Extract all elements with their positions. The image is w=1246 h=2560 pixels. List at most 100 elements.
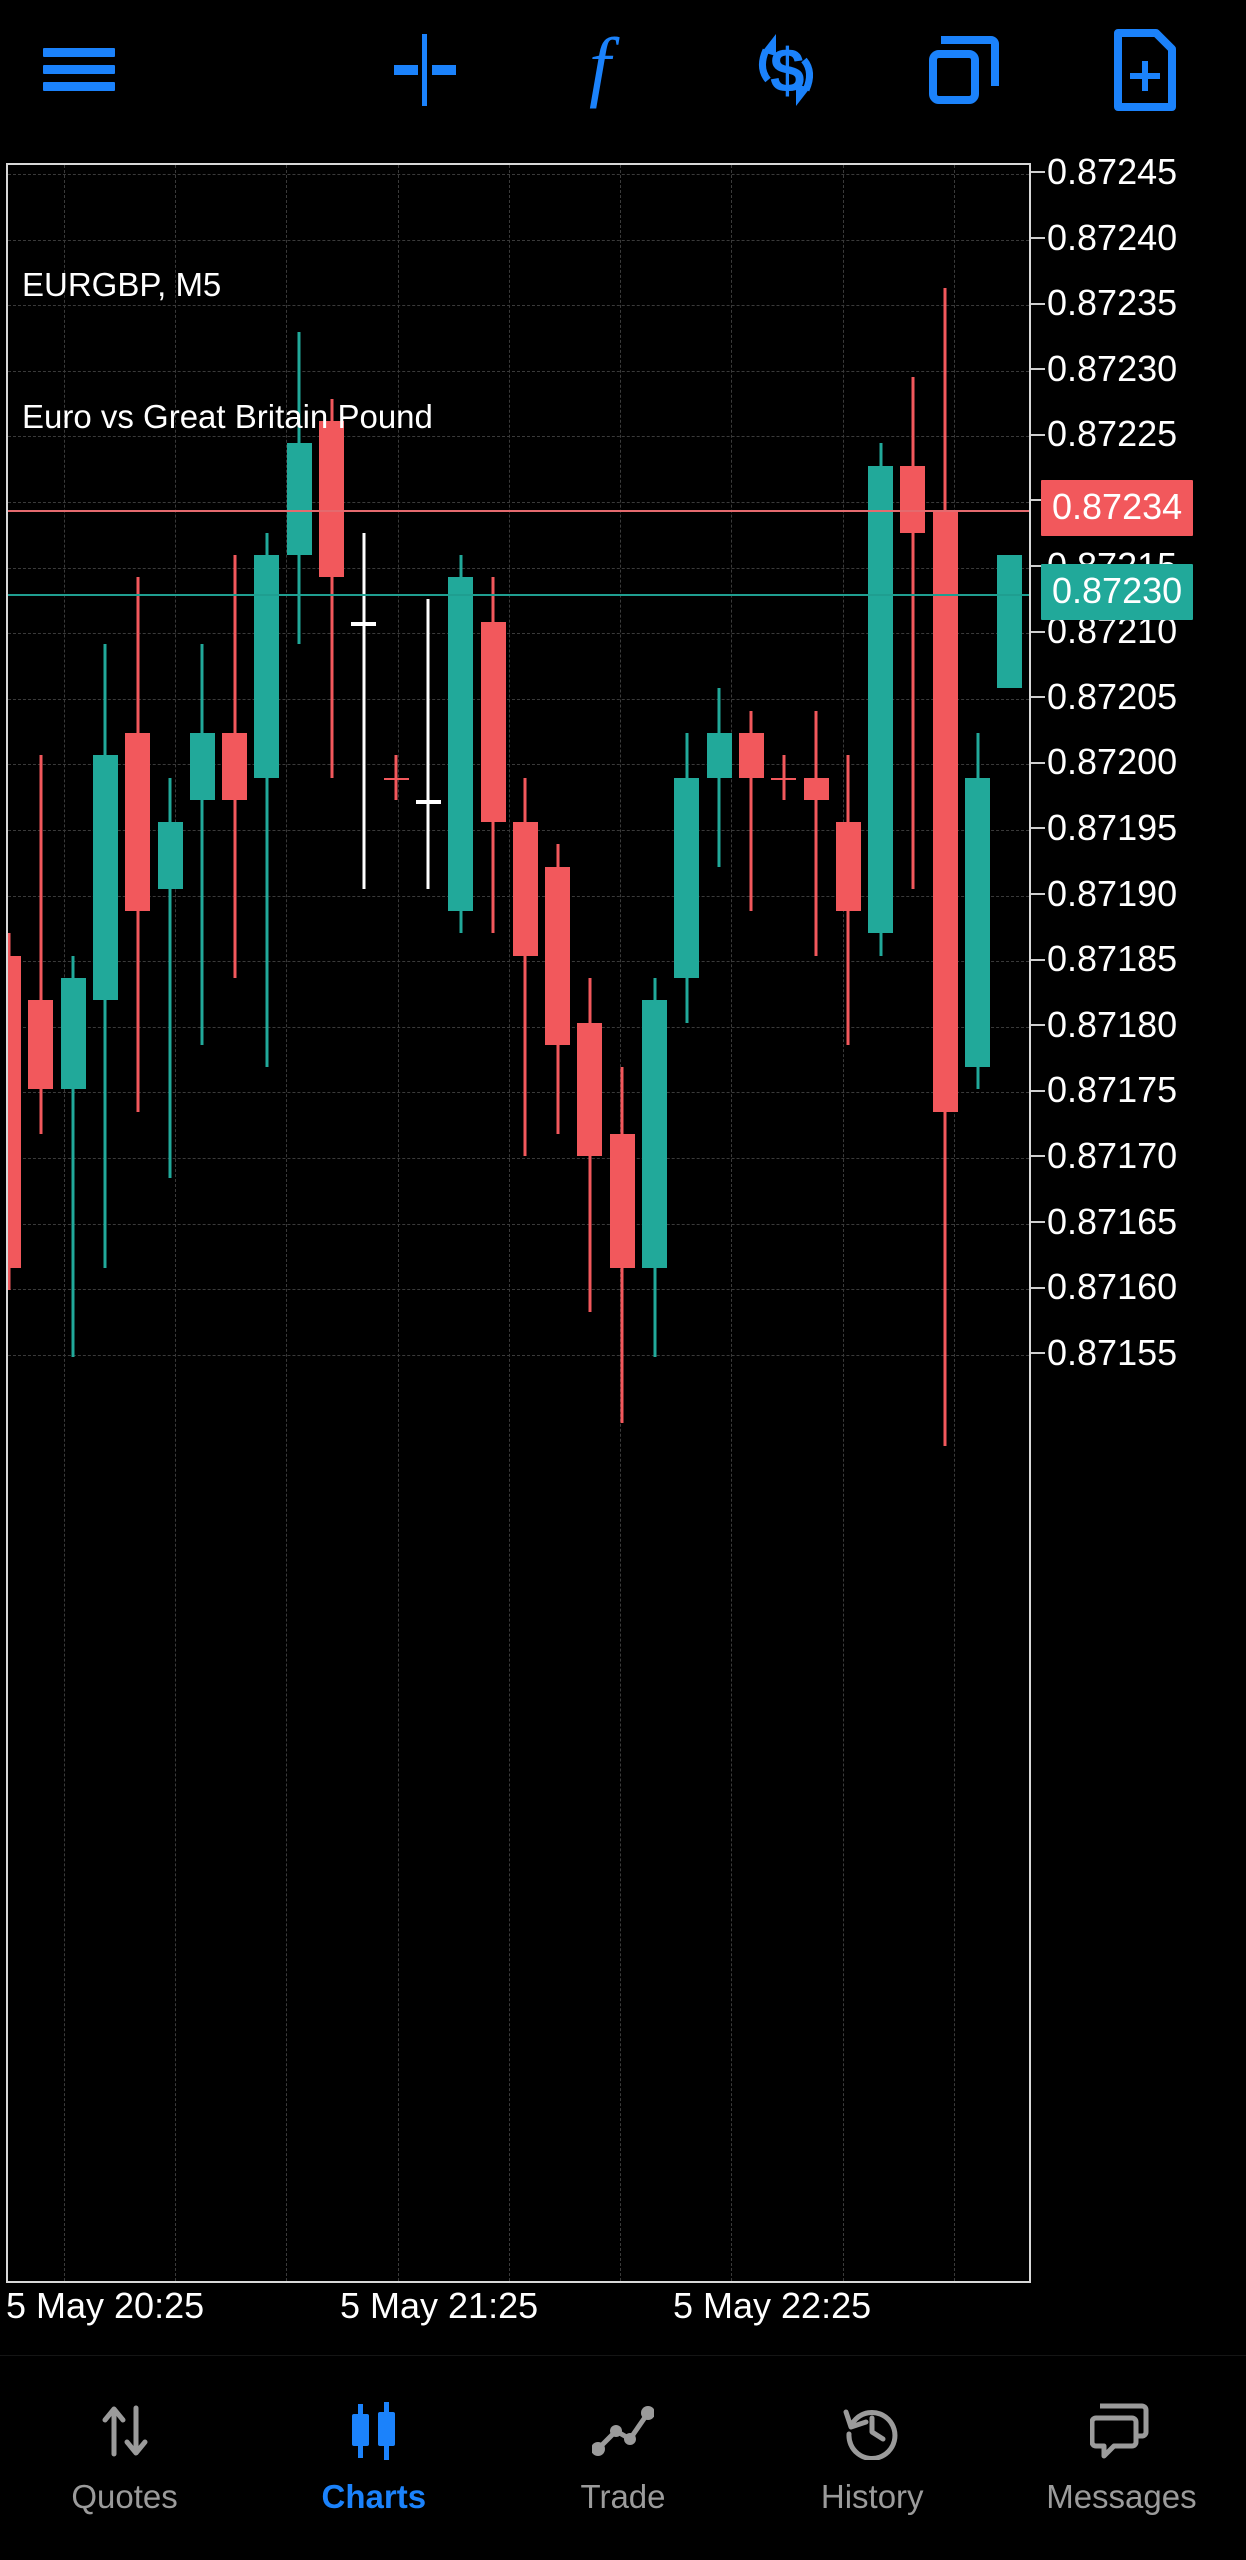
- bottom-navigation: Quotes Charts Trade History Messages: [0, 2355, 1246, 2560]
- chart-canvas[interactable]: EURGBP, M5 Euro vs Great Britain Pound: [6, 163, 1031, 2283]
- price-tick-label: 0.87155: [1031, 1332, 1177, 1374]
- nav-trade[interactable]: Trade: [498, 2356, 747, 2560]
- price-tick-mark: [1031, 761, 1045, 764]
- candle-body: [319, 421, 344, 578]
- candle-body: [642, 1000, 667, 1268]
- candle-wick: [362, 532, 366, 889]
- candle-body: [965, 777, 990, 1068]
- candlestick: [738, 165, 764, 2281]
- time-tick-label: 5 May 22:25: [673, 2285, 872, 2326]
- candlestick: [803, 165, 829, 2281]
- candlestick: [60, 165, 86, 2281]
- candlestick: [642, 165, 667, 2281]
- chart-plot-area[interactable]: [8, 165, 1029, 2281]
- price-tick-mark: [1031, 1286, 1045, 1289]
- ask-price-badge[interactable]: 0.87234: [1041, 480, 1194, 536]
- candlestick: [480, 165, 506, 2281]
- candle-body: [900, 465, 926, 533]
- crosshair-icon[interactable]: [370, 0, 480, 140]
- price-tick-label: 0.87160: [1031, 1266, 1177, 1308]
- candlestick: [545, 165, 571, 2281]
- price-tick-mark: [1031, 696, 1045, 699]
- price-tick-mark: [1031, 368, 1045, 371]
- candle-wick: [426, 599, 430, 889]
- price-tick-label: 0.87230: [1031, 348, 1177, 390]
- price-tick-label: 0.87185: [1031, 938, 1177, 980]
- price-tick-mark: [1031, 433, 1045, 436]
- candle-body: [932, 510, 958, 1112]
- price-axis[interactable]: 0.87245 0.87240 0.87235 0.87230 0.87225 0.872…: [1031, 151, 1246, 2283]
- candle-wick: [717, 688, 721, 867]
- nav-history[interactable]: History: [748, 2356, 997, 2560]
- gridline-vertical: [509, 165, 510, 2281]
- nav-quotes[interactable]: Quotes: [0, 2356, 249, 2560]
- chat-bubbles-icon: [1090, 2400, 1152, 2462]
- candle-body: [383, 777, 409, 780]
- candlesticks-icon: [345, 2400, 403, 2462]
- candlestick: [900, 165, 926, 2281]
- candle-body: [512, 822, 538, 956]
- price-tick-label: 0.87170: [1031, 1135, 1177, 1177]
- candle-body: [254, 554, 280, 778]
- candle-body: [28, 1000, 54, 1090]
- mt5-chart-screen: f $ EURGBP, M5 Euro vs Great Britain Pou…: [0, 0, 1246, 2560]
- candlestick: [125, 165, 151, 2281]
- price-tick-label: 0.87165: [1031, 1201, 1177, 1243]
- price-tick-mark: [1031, 1089, 1045, 1092]
- candle-body: [351, 621, 377, 626]
- candle-body: [771, 777, 797, 780]
- candlestick: [868, 165, 894, 2281]
- candle-body: [448, 577, 474, 912]
- candle-body: [480, 621, 506, 823]
- candle-body: [738, 732, 764, 778]
- price-tick-mark: [1031, 1155, 1045, 1158]
- clock-rewind-icon: [843, 2400, 901, 2462]
- candlestick: [577, 165, 603, 2281]
- candle-wick: [911, 376, 915, 889]
- candlestick: [965, 165, 990, 2281]
- price-tick-mark: [1031, 827, 1045, 830]
- indicators-icon[interactable]: f: [550, 0, 660, 140]
- candle-body: [835, 822, 861, 912]
- nav-messages[interactable]: Messages: [997, 2356, 1246, 2560]
- menu-icon[interactable]: [24, 0, 134, 140]
- trade-exchange-icon[interactable]: $: [730, 0, 840, 140]
- nav-messages-label: Messages: [1046, 2478, 1197, 2515]
- candlestick: [189, 165, 215, 2281]
- candle-body: [545, 866, 571, 1045]
- candlestick: [932, 165, 958, 2281]
- bid-price-line: [8, 594, 1029, 596]
- price-tick-label: 0.87225: [1031, 413, 1177, 455]
- candlestick: [415, 165, 441, 2281]
- candlestick: [28, 165, 54, 2281]
- candle-body: [157, 822, 183, 889]
- candle-body: [609, 1133, 635, 1268]
- candlestick: [609, 165, 635, 2281]
- price-tick-mark: [1031, 893, 1045, 896]
- candlestick: [771, 165, 797, 2281]
- price-tick-label: 0.87240: [1031, 217, 1177, 259]
- candle-body: [60, 977, 86, 1090]
- nav-charts-label: Charts: [321, 2478, 427, 2515]
- price-tick-label: 0.87175: [1031, 1069, 1177, 1111]
- candlestick: [286, 165, 312, 2281]
- price-tick-label: 0.87180: [1031, 1004, 1177, 1046]
- windows-icon[interactable]: [910, 0, 1020, 140]
- nav-trade-label: Trade: [580, 2478, 666, 2515]
- candle-body: [415, 799, 441, 804]
- bid-price-badge[interactable]: 0.87230: [1041, 564, 1194, 620]
- nav-charts[interactable]: Charts: [249, 2356, 498, 2560]
- price-tick-mark: [1031, 1221, 1045, 1224]
- candlestick: [706, 165, 732, 2281]
- price-tick-mark: [1031, 302, 1045, 305]
- candlestick: [383, 165, 409, 2281]
- price-tick-label: 0.87245: [1031, 151, 1177, 193]
- price-tick-label: 0.87200: [1031, 741, 1177, 783]
- candlestick: [351, 165, 377, 2281]
- new-chart-icon[interactable]: [1090, 0, 1200, 140]
- price-tick-mark: [1031, 1024, 1045, 1027]
- price-tick-mark: [1031, 171, 1045, 174]
- price-tick-mark: [1031, 1352, 1045, 1355]
- candle-body: [674, 777, 700, 978]
- candle-body: [92, 755, 118, 1001]
